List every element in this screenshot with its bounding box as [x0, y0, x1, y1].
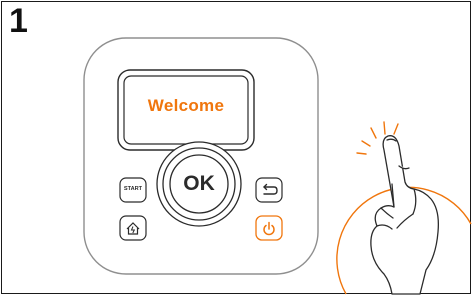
display-welcome-text: Welcome — [147, 96, 225, 115]
home-button[interactable] — [120, 216, 146, 240]
back-button[interactable] — [256, 178, 282, 202]
start-button[interactable]: START — [118, 186, 148, 192]
device-drawing — [83, 37, 472, 295]
ok-button[interactable]: OK — [167, 172, 231, 196]
instruction-illustration: 1 Welcome OK START — [0, 0, 473, 296]
pointing-hand-icon — [370, 135, 439, 295]
power-button[interactable] — [256, 216, 282, 240]
